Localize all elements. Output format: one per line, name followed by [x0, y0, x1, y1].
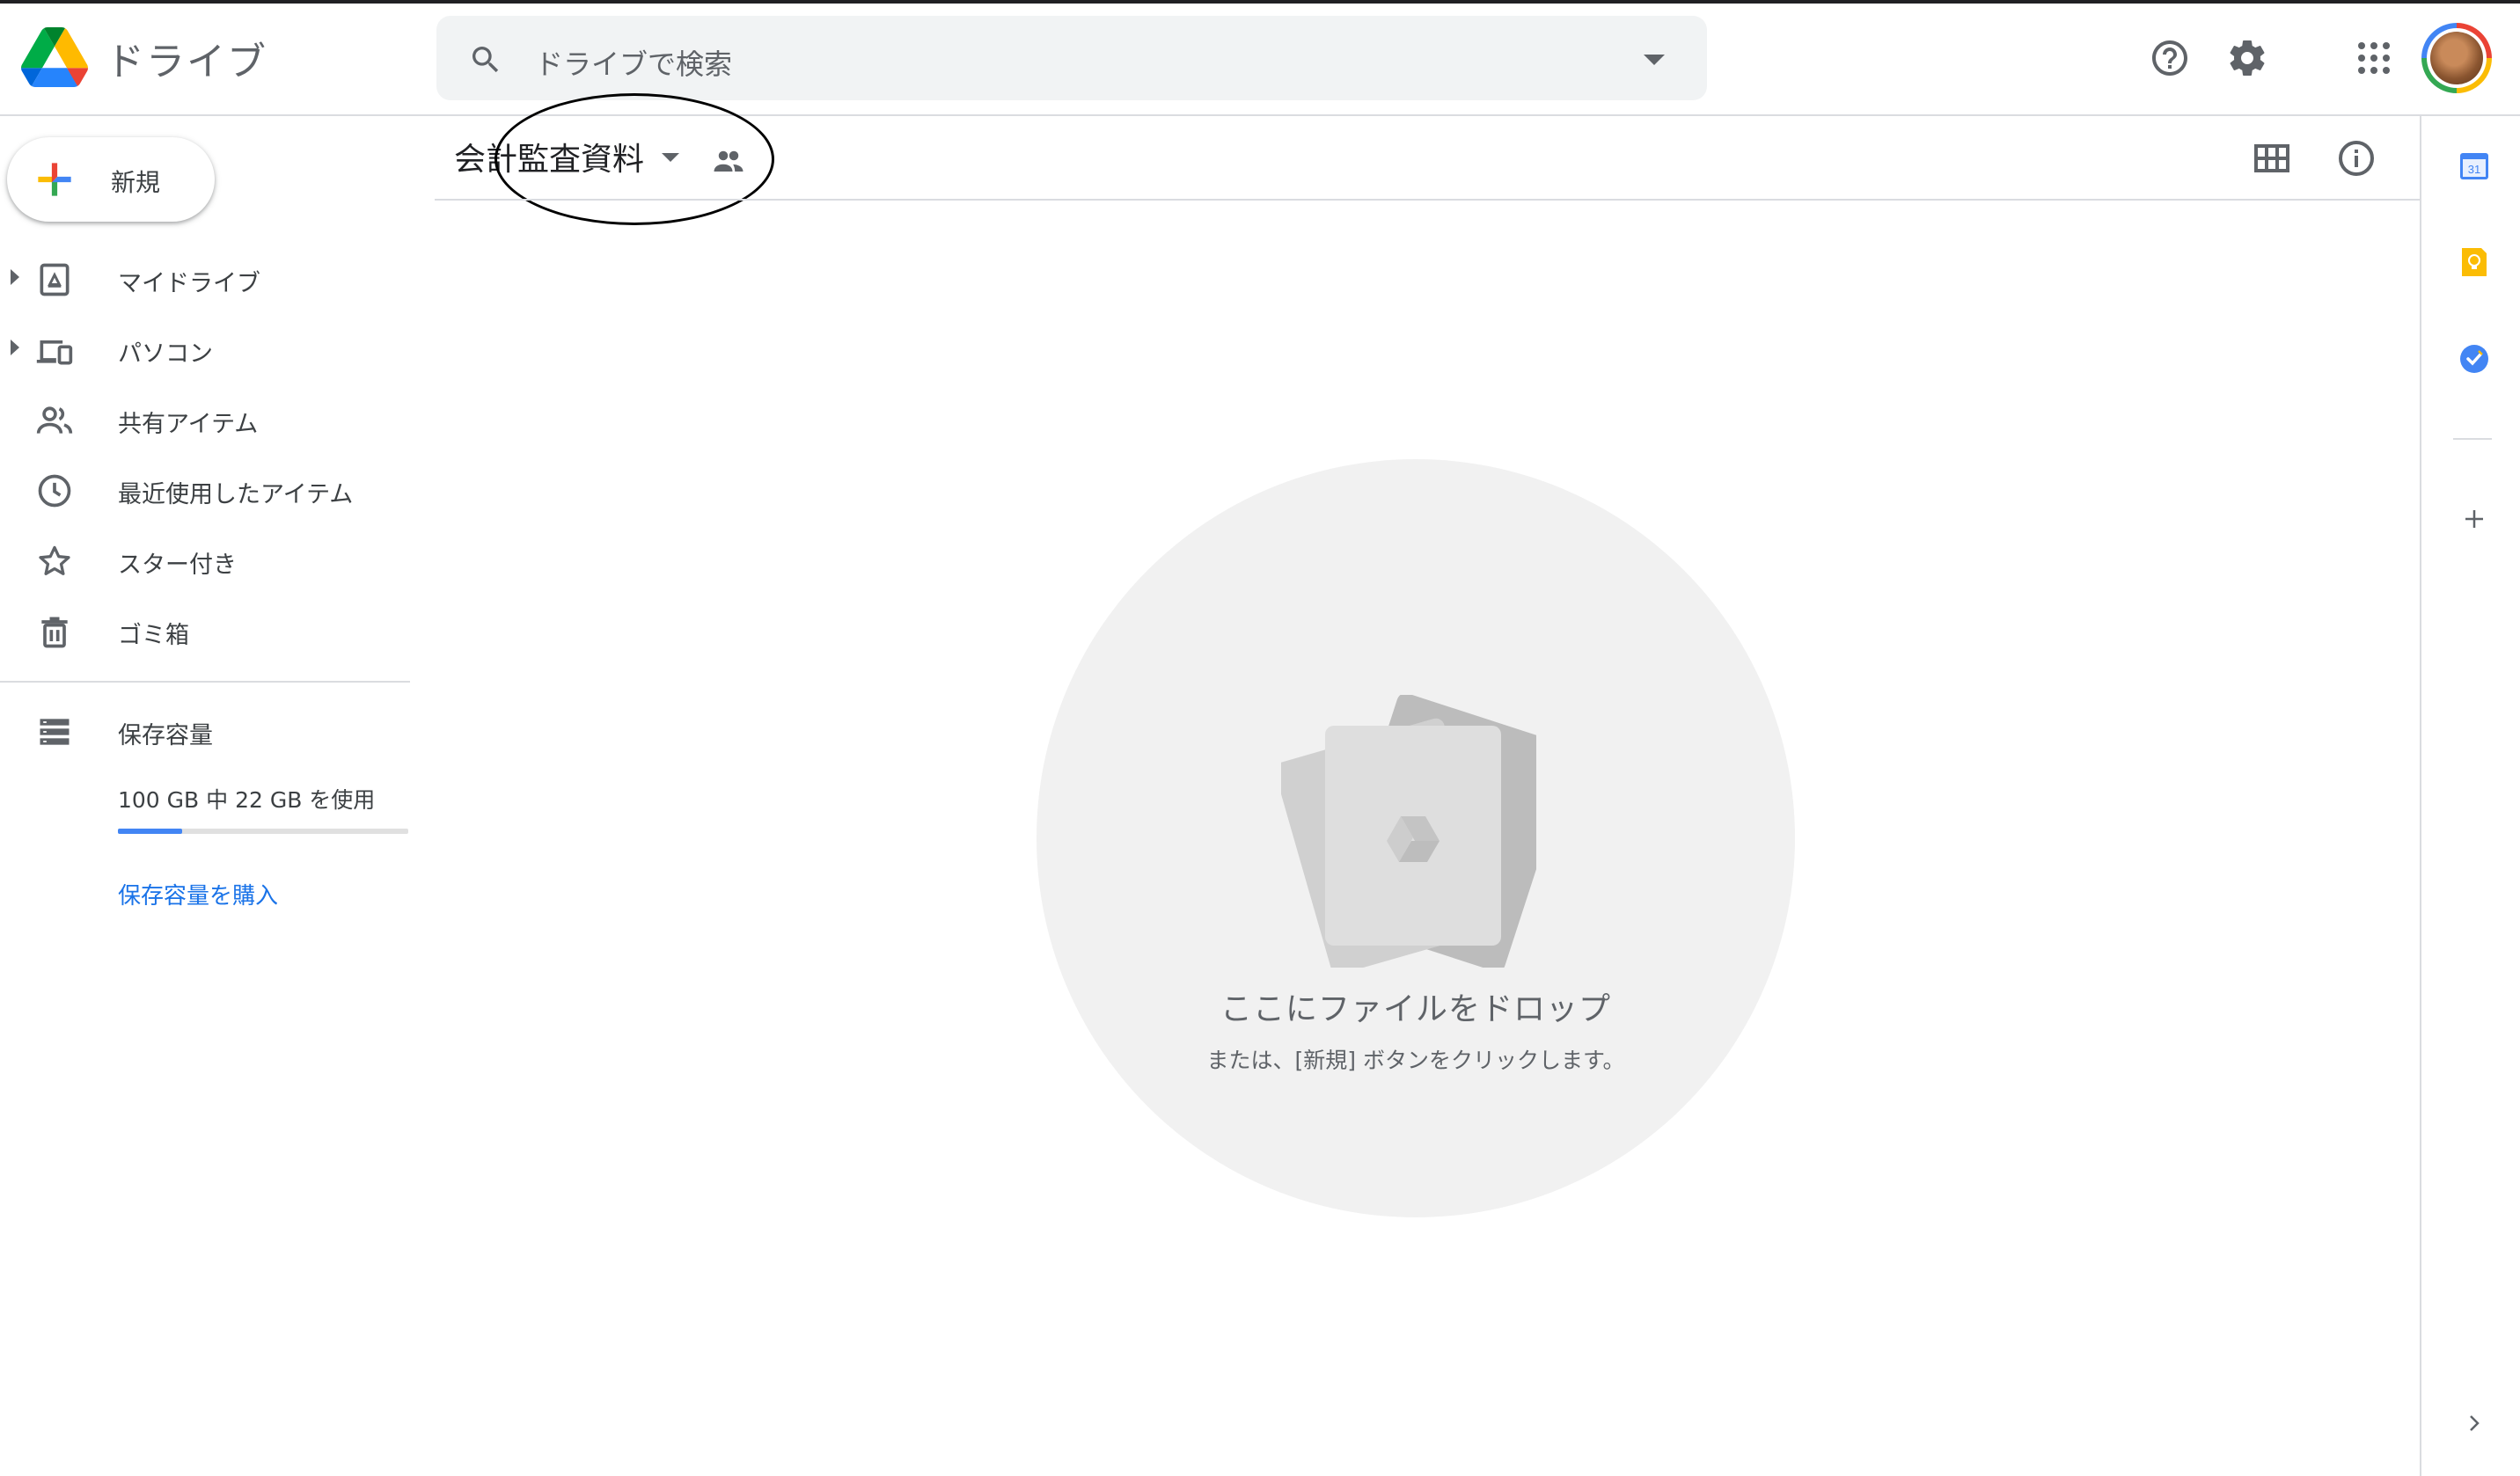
storage-icon	[40, 719, 70, 745]
sidebar-item-label: マイドライブ	[118, 270, 260, 297]
sidebar-item-shared[interactable]: 共有アイテム	[0, 384, 414, 454]
sidebar-item-my-drive[interactable]: マイドライブ	[0, 243, 414, 313]
folder-menu-caret-icon[interactable]	[662, 153, 679, 162]
storage-label: 保存容量	[118, 722, 213, 749]
folder-title[interactable]: 会計監査資料	[454, 134, 644, 179]
sidebar-item-label: 共有アイテム	[118, 411, 259, 438]
info-icon[interactable]	[2335, 137, 2377, 179]
calendar-day-text: 31	[2468, 163, 2480, 176]
keep-icon[interactable]	[2458, 246, 2490, 278]
expand-caret-icon[interactable]	[11, 340, 19, 355]
file-drop-illustration	[1281, 695, 1536, 968]
settings-icon[interactable]	[2226, 37, 2268, 79]
avatar-photo	[2430, 32, 2483, 84]
sidebar-item-trash[interactable]: ゴミ箱	[0, 595, 414, 665]
new-button[interactable]: 新規	[7, 137, 215, 222]
drive-logo-icon[interactable]	[21, 26, 88, 88]
sidebar-item-storage[interactable]: 保存容量	[0, 695, 414, 765]
shared-people-icon	[36, 406, 73, 434]
search-options-icon[interactable]	[1644, 55, 1665, 65]
sidebar-item-label: 最近使用したアイテム	[118, 481, 354, 508]
calendar-icon[interactable]: 31	[2458, 150, 2490, 181]
side-panel-divider	[2453, 438, 2492, 440]
shared-folder-people-icon	[714, 150, 744, 172]
buy-storage-link[interactable]: 保存容量を購入	[118, 878, 278, 910]
expand-panel-icon[interactable]	[2458, 1407, 2490, 1439]
sidebar-item-computers[interactable]: パソコン	[0, 313, 414, 384]
empty-state-subtitle: または、[新規] ボタンをクリックします。	[1206, 1048, 1625, 1073]
account-avatar[interactable]	[2421, 23, 2492, 93]
clock-icon	[38, 474, 71, 508]
help-icon[interactable]	[2149, 37, 2191, 79]
apps-grid-icon[interactable]	[2353, 37, 2395, 79]
my-drive-icon	[40, 263, 70, 296]
storage-usage-fill	[118, 829, 182, 834]
sidebar-item-label: パソコン	[118, 340, 213, 368]
storage-usage-text: 100 GB 中 22 GB を使用	[118, 787, 376, 813]
sidebar-item-label: スター付き	[118, 552, 237, 579]
computers-icon	[36, 340, 73, 365]
plus-colored-icon	[38, 163, 71, 196]
search-icon[interactable]	[468, 42, 503, 77]
search-bar[interactable]: ドライブで検索	[436, 16, 1707, 100]
side-panel: 31	[2420, 114, 2520, 1476]
expand-caret-icon[interactable]	[11, 269, 19, 285]
app-header: ドライブ ドライブで検索	[0, 4, 2520, 116]
sidebar-item-recent[interactable]: 最近使用したアイテム	[0, 454, 414, 524]
search-input[interactable]: ドライブで検索	[535, 42, 732, 83]
star-icon	[39, 545, 70, 575]
new-button-label: 新規	[111, 168, 161, 197]
sidebar-item-starred[interactable]: スター付き	[0, 524, 414, 595]
sidebar-divider	[0, 681, 410, 683]
grid-view-icon[interactable]	[2251, 137, 2293, 179]
add-addon-icon[interactable]	[2458, 503, 2490, 535]
app-title[interactable]: ドライブ	[106, 30, 267, 86]
storage-usage-bar	[118, 829, 408, 834]
empty-state-title: ここにファイルをドロップ	[1220, 991, 1611, 1027]
tasks-icon[interactable]	[2458, 343, 2490, 375]
trash-icon	[41, 617, 68, 648]
sidebar-item-label: ゴミ箱	[118, 622, 189, 649]
content-header-divider	[435, 199, 2420, 201]
